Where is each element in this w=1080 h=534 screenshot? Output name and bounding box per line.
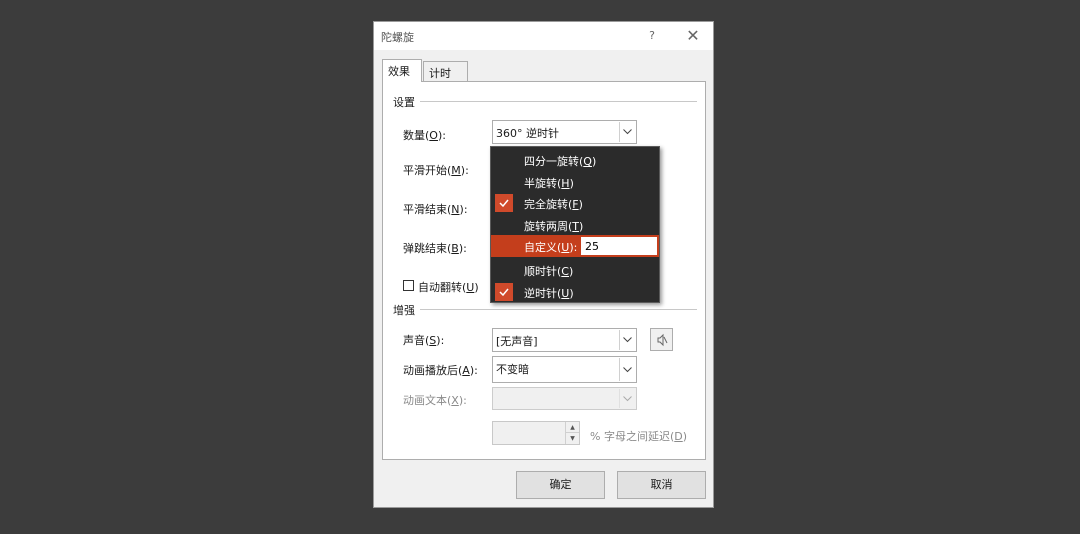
chevron-down-icon <box>619 389 635 408</box>
tab-effect[interactable]: 效果 <box>382 59 422 82</box>
bounce-end-label: 弹跳结束(B): <box>403 242 467 255</box>
after-animation-value: 不变暗 <box>496 363 529 376</box>
checkmark-icon <box>495 194 513 212</box>
menu-item-label: 逆时针(U) <box>524 287 574 300</box>
sound-label: 声音(S): <box>403 334 445 347</box>
menu-item-half-spin[interactable]: 半旋转(H) <box>491 171 659 193</box>
menu-item-quarter-spin[interactable]: 四分一旋转(Q) <box>491 149 659 171</box>
delay-label: % 字母之间延迟(D) <box>590 430 688 443</box>
menu-item-clockwise[interactable]: 顺时针(C) <box>491 259 659 281</box>
tab-timing[interactable]: 计时 <box>423 61 468 82</box>
close-button[interactable]: ✕ <box>682 26 704 46</box>
auto-reverse-checkbox[interactable] <box>403 280 414 291</box>
close-icon: ✕ <box>686 26 700 45</box>
title-bar: 陀螺旋 ? ✕ <box>374 22 713 50</box>
amount-value: 360° 逆时针 <box>496 127 559 140</box>
menu-item-label: 旋转两周(T) <box>524 220 584 233</box>
delay-spinner[interactable]: ▲ ▼ <box>492 421 580 445</box>
amount-combo[interactable]: 360° 逆时针 <box>492 120 637 144</box>
help-button[interactable]: ? <box>642 27 662 45</box>
dialog-title: 陀螺旋 <box>381 31 414 44</box>
sound-value: [无声音] <box>496 335 538 348</box>
menu-item-label: 自定义(U): <box>524 241 578 254</box>
chevron-down-icon[interactable] <box>619 330 635 350</box>
chevron-down-icon[interactable] <box>619 358 635 381</box>
spin-buttons: ▲ ▼ <box>565 422 579 444</box>
settings-divider <box>420 101 697 102</box>
menu-item-full-spin[interactable]: 完全旋转(F) <box>491 192 659 214</box>
auto-reverse-label: 自动翻转(U) <box>418 281 479 294</box>
after-animation-label: 动画播放后(A): <box>403 364 478 377</box>
menu-item-label: 完全旋转(F) <box>524 198 583 211</box>
chevron-down-icon[interactable] <box>619 122 635 142</box>
menu-item-label: 顺时针(C) <box>524 265 574 278</box>
animate-text-label: 动画文本(X): <box>403 394 467 407</box>
sound-combo[interactable]: [无声音] <box>492 328 637 352</box>
amount-dropdown-menu: 四分一旋转(Q) 半旋转(H) 完全旋转(F) 旋转两周(T) 自定义(U): … <box>490 146 660 303</box>
menu-item-two-spins[interactable]: 旋转两周(T) <box>491 214 659 236</box>
cancel-button[interactable]: 取消 <box>617 471 706 499</box>
sound-volume-button[interactable] <box>650 328 673 351</box>
spin-up-icon[interactable]: ▲ <box>566 422 579 433</box>
spin-down-icon[interactable]: ▼ <box>566 433 579 444</box>
smooth-end-label: 平滑结束(N): <box>403 203 468 216</box>
ok-button[interactable]: 确定 <box>516 471 605 499</box>
smooth-start-label: 平滑开始(M): <box>403 164 469 177</box>
enhancements-group-label: 增强 <box>393 304 415 317</box>
menu-item-label: 四分一旋转(Q) <box>524 155 597 168</box>
amount-label: 数量(O): <box>403 129 446 142</box>
settings-group-label: 设置 <box>393 96 415 109</box>
after-animation-combo[interactable]: 不变暗 <box>492 356 637 383</box>
enhancements-divider <box>420 309 697 310</box>
menu-item-label: 半旋转(H) <box>524 177 574 190</box>
menu-item-custom[interactable]: 自定义(U): 25 <box>491 235 659 257</box>
checkmark-icon <box>495 283 513 301</box>
custom-degrees-input[interactable]: 25 <box>580 236 658 256</box>
speaker-icon <box>657 333 667 346</box>
animate-text-combo[interactable] <box>492 387 637 410</box>
menu-item-counterclockwise[interactable]: 逆时针(U) <box>491 281 659 303</box>
